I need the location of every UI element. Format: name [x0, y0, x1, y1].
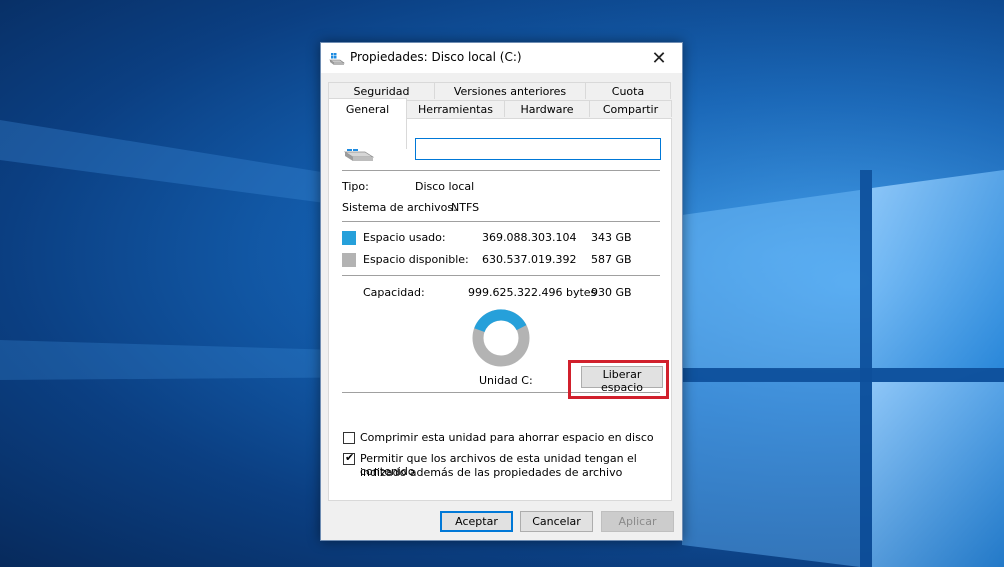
- title-bar[interactable]: Propiedades: Disco local (C:) ✕: [321, 43, 682, 73]
- general-panel: Tipo: Disco local Sistema de archivos: N…: [328, 118, 672, 501]
- checkmark-icon: ✔: [345, 451, 355, 464]
- capacity-bytes: 999.625.322.496 bytes: [468, 286, 597, 299]
- tipo-label: Tipo:: [342, 180, 369, 193]
- ok-button[interactable]: Aceptar: [440, 511, 513, 532]
- close-icon: ✕: [651, 47, 667, 69]
- index-checkbox[interactable]: ✔: [343, 451, 355, 465]
- highlight-frame: [568, 360, 669, 399]
- drive-icon: [329, 53, 345, 65]
- tab-general[interactable]: General: [328, 98, 407, 149]
- used-space-swatch: [342, 231, 356, 245]
- tab-versiones-anteriores[interactable]: Versiones anteriores: [434, 82, 586, 99]
- apply-button[interactable]: Aplicar: [601, 511, 674, 532]
- free-space-label: Espacio disponible:: [363, 253, 469, 266]
- desktop-background: Propiedades: Disco local (C:) ✕ Segurida…: [0, 0, 1004, 567]
- drive-label: Unidad C:: [479, 374, 533, 387]
- separator: [342, 275, 660, 276]
- usage-donut-chart: [472, 309, 530, 367]
- fs-value: NTFS: [451, 201, 480, 214]
- used-space-gb: 343 GB: [591, 231, 632, 244]
- window-title: Propiedades: Disco local (C:): [350, 50, 522, 64]
- free-space-swatch: [342, 253, 356, 267]
- dialog-client-area: Seguridad Versiones anteriores Cuota Gen…: [321, 73, 682, 540]
- compress-checkbox[interactable]: [343, 432, 355, 444]
- cancel-button[interactable]: Cancelar: [520, 511, 593, 532]
- capacity-gb: 930 GB: [591, 286, 632, 299]
- drive-name-input[interactable]: [415, 138, 661, 160]
- tab-seguridad[interactable]: Seguridad: [328, 82, 435, 99]
- free-space-gb: 587 GB: [591, 253, 632, 266]
- separator: [342, 221, 660, 222]
- separator: [342, 170, 660, 171]
- close-button[interactable]: ✕: [636, 43, 682, 73]
- used-space-label: Espacio usado:: [363, 231, 446, 244]
- tab-compartir[interactable]: Compartir: [589, 100, 672, 117]
- used-space-bytes: 369.088.303.104: [482, 231, 577, 244]
- index-label-line2: indizado además de las propiedades de ar…: [360, 466, 623, 479]
- tab-cuota[interactable]: Cuota: [585, 82, 671, 99]
- properties-dialog: Propiedades: Disco local (C:) ✕ Segurida…: [320, 42, 683, 541]
- capacity-label: Capacidad:: [363, 286, 425, 299]
- compress-label: Comprimir esta unidad para ahorrar espac…: [360, 431, 654, 444]
- free-space-bytes: 630.537.019.392: [482, 253, 577, 266]
- tab-herramientas[interactable]: Herramientas: [406, 100, 505, 117]
- tab-hardware[interactable]: Hardware: [504, 100, 590, 117]
- fs-label: Sistema de archivos:: [342, 201, 457, 214]
- tipo-value: Disco local: [415, 180, 475, 193]
